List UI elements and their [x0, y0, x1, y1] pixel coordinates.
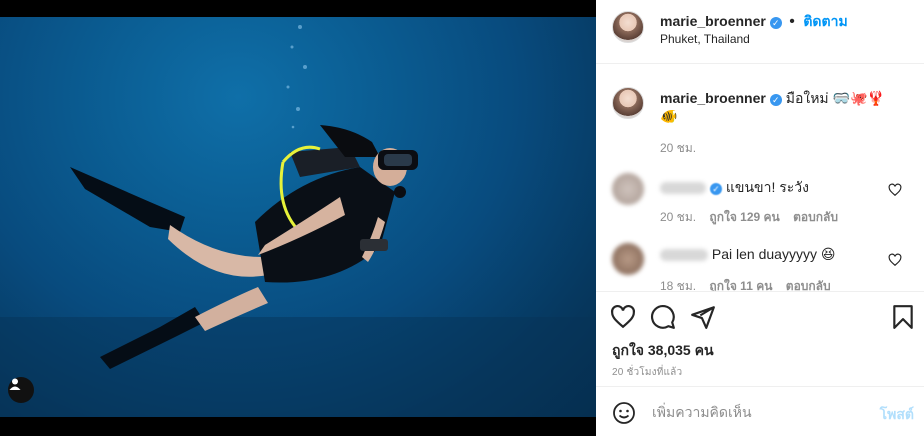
comment-text: แขนขา! ระวัง: [725, 179, 810, 195]
reply-button[interactable]: ตอบกลับ: [793, 210, 838, 224]
comment-time: 18 ชม.: [660, 279, 697, 291]
verified-badge-icon: ✓: [769, 17, 782, 29]
comment-username[interactable]: [660, 249, 708, 262]
caption-text: มือใหม่ 🥽🐙🦞: [785, 90, 885, 106]
avatar[interactable]: [612, 11, 644, 43]
username-link[interactable]: marie_broenner: [660, 13, 766, 29]
add-comment-bar: โพสต์: [596, 388, 924, 436]
comment-likes[interactable]: ถูกใจ 129 คน: [709, 210, 779, 224]
comment-avatar[interactable]: [612, 243, 644, 275]
comment-username[interactable]: [660, 182, 706, 195]
verified-badge-icon: ✓: [769, 94, 782, 106]
post-image[interactable]: [0, 17, 596, 417]
comment-likes[interactable]: ถูกใจ 11 คน: [709, 279, 772, 291]
comment-input[interactable]: [652, 402, 852, 422]
bookmark-icon[interactable]: [890, 304, 916, 330]
comment-time: 20 ชม.: [660, 210, 697, 224]
heart-icon[interactable]: [610, 304, 636, 330]
share-icon[interactable]: [690, 304, 716, 330]
caption-avatar[interactable]: [612, 87, 644, 119]
follow-button[interactable]: ติดตาม: [803, 13, 847, 29]
post-details-panel: marie_broenner ✓ • ติดตาม Phuket, Thailan…: [596, 0, 924, 436]
comment-item: ✓ แขนขา! ระวัง: [660, 177, 809, 199]
caption-time: 20 ชม.: [660, 141, 697, 155]
verified-badge-icon: ✓: [710, 183, 722, 195]
separator-dot: •: [789, 13, 795, 30]
caption: marie_broenner ✓ มือใหม่ 🥽🐙🦞 🐠: [660, 89, 900, 125]
caption-text-2: 🐠: [660, 108, 678, 124]
post-actions: ถูกใจ 38,035 คน 20 ชั่วโมงที่แล้ว: [596, 291, 924, 387]
comment-meta: 18 ชม. ถูกใจ 11 คน ตอบกลับ: [660, 277, 831, 291]
comment-icon[interactable]: [650, 304, 676, 330]
post-button[interactable]: โพสต์: [880, 404, 914, 426]
caption-username[interactable]: marie_broenner: [660, 90, 766, 106]
likes-count[interactable]: ถูกใจ 38,035 คน: [612, 340, 714, 362]
comment-avatar[interactable]: [612, 173, 644, 205]
emoji-icon[interactable]: [612, 401, 636, 425]
comment-text: Pai len duayyyyy 😆: [711, 246, 836, 262]
comment-meta: 20 ชม. ถูกใจ 129 คน ตอบกลับ: [660, 208, 838, 227]
comment-like-heart-icon[interactable]: [888, 253, 902, 267]
diver-illustration: [0, 25, 596, 417]
user-tag-icon[interactable]: [8, 377, 34, 403]
comments-list[interactable]: marie_broenner ✓ มือใหม่ 🥽🐙🦞 🐠 20 ชม. ✓ แ…: [596, 65, 924, 291]
post-timestamp[interactable]: 20 ชั่วโมงที่แล้ว: [612, 365, 682, 380]
post-header: marie_broenner ✓ • ติดตาม Phuket, Thailan…: [596, 0, 924, 64]
location-link[interactable]: Phuket, Thailand: [660, 32, 750, 46]
comment-like-heart-icon[interactable]: [888, 183, 902, 197]
comment-item: Pai len duayyyyy 😆: [660, 246, 835, 263]
reply-button[interactable]: ตอบกลับ: [786, 279, 831, 291]
